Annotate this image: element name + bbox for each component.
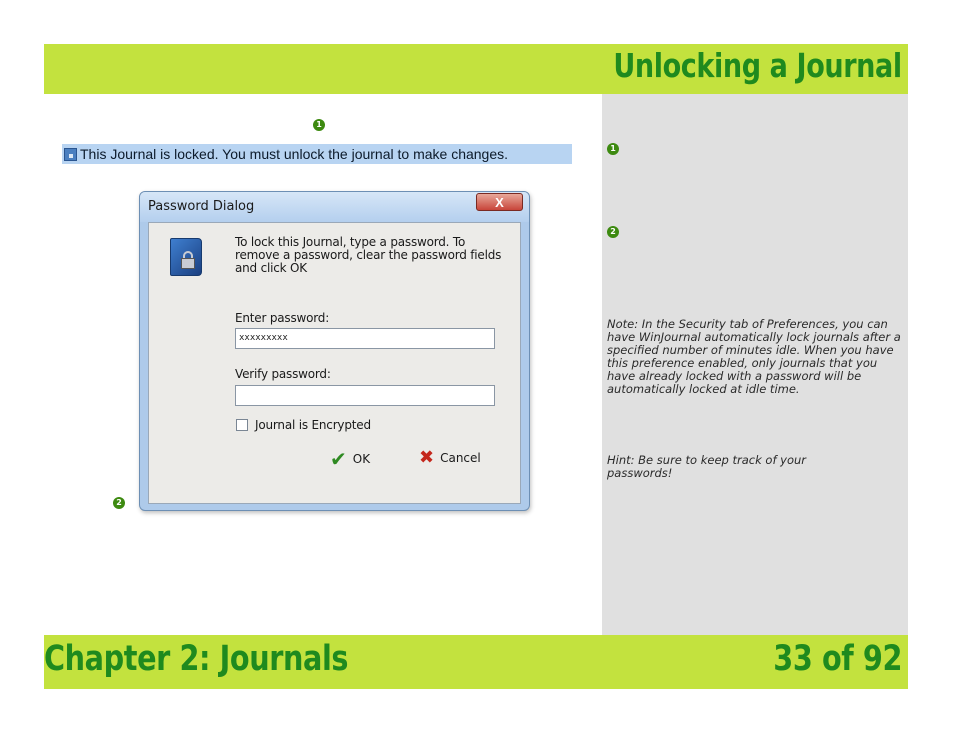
cancel-button[interactable]: ✖ Cancel [419,449,481,467]
note-marker-2: 2 [607,226,619,238]
dialog-intro-line2: remove a password, clear the password fi… [235,248,502,262]
ok-label: OK [352,452,371,466]
encrypted-checkbox[interactable] [236,419,248,431]
enter-password-label: Enter password: [235,311,330,325]
step-marker-1: 1 [313,119,325,131]
password-dialog: Password Dialog X To lock this Journal, … [139,191,530,511]
dialog-title: Password Dialog [148,199,255,214]
encrypted-label: Journal is Encrypted [255,418,371,432]
page-title: Unlocking a Journal [613,46,903,85]
cancel-label: Cancel [440,451,481,465]
step-marker-2: 2 [113,497,125,509]
checkmark-icon: ✔ [330,447,347,471]
dialog-intro-line1: To lock this Journal, type a password. T… [235,235,466,249]
chapter-title: Chapter 2: Journals [44,639,349,679]
dialog-body: To lock this Journal, type a password. T… [148,222,521,504]
dialog-intro-line3: and click OK [235,261,307,275]
lock-banner-text: This Journal is locked. You must unlock … [80,146,509,162]
hint-text: Hint: Be sure to keep track of your pass… [607,453,807,480]
verify-password-label: Verify password: [235,367,331,381]
ok-button[interactable]: ✔ OK [330,449,370,469]
close-button[interactable]: X [476,193,523,211]
verify-password-field[interactable] [235,385,495,406]
cross-icon: ✖ [419,447,435,468]
locked-journal-icon [170,238,202,276]
note-text: Note: In the Security tab of Preferences… [607,317,901,396]
note-marker-1: 1 [607,143,619,155]
lock-banner[interactable]: This Journal is locked. You must unlock … [62,144,572,164]
footer-bar: Chapter 2: Journals 33 of 92 [44,635,908,689]
page-counter: 33 of 92 [773,639,902,679]
header-bar: Unlocking a Journal [44,44,908,94]
enter-password-field[interactable]: xxxxxxxxx [235,328,495,349]
lock-icon [64,147,77,161]
dialog-titlebar[interactable]: Password Dialog X [140,192,529,222]
